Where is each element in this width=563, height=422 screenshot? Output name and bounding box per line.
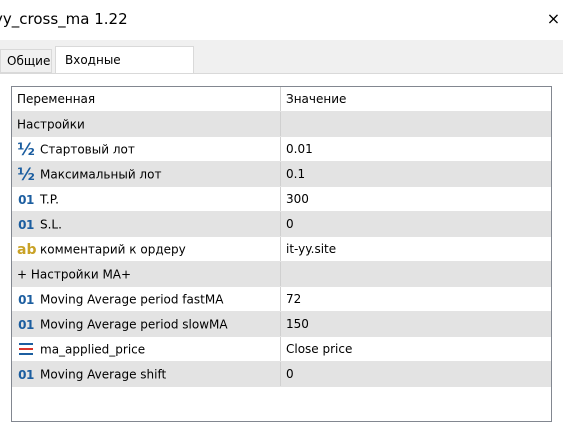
parameter-name: ma_applied_price [40, 342, 146, 357]
int-icon: 01 [18, 317, 34, 332]
parameter-row[interactable]: Настройки [12, 112, 551, 137]
parameter-name-cell: 01 S.L. [12, 212, 281, 236]
int-icon: 01 [18, 217, 34, 232]
column-header-value[interactable]: Значение [281, 87, 556, 111]
column-header-variable[interactable]: Переменная [12, 87, 281, 111]
int-icon: 01 [18, 367, 34, 382]
tab-general[interactable]: Общие [0, 49, 52, 73]
parameter-name-cell: 01 Moving Average period fastMA [12, 287, 281, 311]
parameter-name-cell: + Настройки MA+ [12, 262, 281, 286]
parameter-name-cell: ab комментарий к ордеру [12, 237, 281, 261]
parameter-name-cell: ½ Стартовый лот [12, 137, 281, 161]
parameter-row[interactable]: + Настройки MA+ [12, 262, 551, 287]
half-icon: ½ [17, 139, 35, 160]
parameter-name: Moving Average period fastMA [40, 292, 224, 307]
enum-icon [17, 341, 35, 357]
parameter-name-cell: Настройки [12, 112, 281, 136]
parameter-value[interactable]: Close price [281, 337, 556, 361]
tab-panel: Переменная Значение Настройки ½ Стартовый … [0, 73, 563, 422]
parameters-grid: Переменная Значение Настройки ½ Стартовый … [11, 86, 552, 422]
window-title: yy_cross_ma 1.22 [0, 10, 128, 28]
parameter-value[interactable]: 0.1 [281, 162, 556, 186]
parameter-name: Настройки [17, 117, 85, 132]
parameter-name-cell: 01 Moving Average shift [12, 362, 281, 386]
parameter-name: Максимальный лот [40, 167, 162, 182]
parameter-row[interactable]: ab комментарий к ордеру it-yy.site [12, 237, 551, 262]
parameter-name: Стартовый лот [40, 142, 135, 157]
parameter-row[interactable]: 01 Moving Average period slowMA 150 [12, 312, 551, 337]
parameter-row[interactable]: ½ Стартовый лот 0.01 [12, 137, 551, 162]
parameter-name: S.L. [40, 217, 62, 232]
tab-input-parameters[interactable]: Входные параметры [55, 46, 194, 93]
parameter-row[interactable]: 01 T.P. 300 [12, 187, 551, 212]
parameter-value[interactable]: 72 [281, 287, 556, 311]
parameter-name-cell: ma_applied_price [12, 337, 281, 361]
close-button[interactable]: × [544, 8, 563, 30]
parameter-row[interactable]: 01 S.L. 0 [12, 212, 551, 237]
parameter-name: + Настройки MA+ [17, 267, 132, 282]
parameter-value[interactable]: 0 [281, 212, 556, 236]
string-icon: ab [17, 241, 37, 258]
parameter-row[interactable]: ½ Максимальный лот 0.1 [12, 162, 551, 187]
close-icon: × [546, 9, 561, 28]
parameter-name: Moving Average shift [40, 367, 167, 382]
int-icon: 01 [18, 292, 34, 307]
parameter-value[interactable]: it-yy.site [281, 237, 556, 261]
grid-header-row: Переменная Значение [12, 87, 551, 112]
parameter-value[interactable]: 150 [281, 312, 556, 336]
title-bar: yy_cross_ma 1.22 × [0, 0, 563, 40]
int-icon: 01 [18, 192, 34, 207]
parameter-value [281, 262, 556, 286]
parameter-name-cell: 01 Moving Average period slowMA [12, 312, 281, 336]
parameter-row[interactable]: 01 Moving Average period fastMA 72 [12, 287, 551, 312]
tab-strip: Общие Входные параметры [0, 40, 563, 93]
half-icon: ½ [17, 164, 35, 185]
parameter-row[interactable]: 01 Moving Average shift 0 [12, 362, 551, 387]
parameter-value [281, 112, 556, 136]
parameter-name-cell: ½ Максимальный лот [12, 162, 281, 186]
parameter-value[interactable]: 0 [281, 362, 556, 386]
parameter-name: Moving Average period slowMA [40, 317, 228, 332]
parameter-value[interactable]: 0.01 [281, 137, 556, 161]
parameter-value[interactable]: 300 [281, 187, 556, 211]
parameter-row[interactable]: ma_applied_price Close price [12, 337, 551, 362]
parameter-name-cell: 01 T.P. [12, 187, 281, 211]
parameter-name: T.P. [40, 192, 59, 207]
parameter-name: комментарий к ордеру [40, 242, 186, 257]
